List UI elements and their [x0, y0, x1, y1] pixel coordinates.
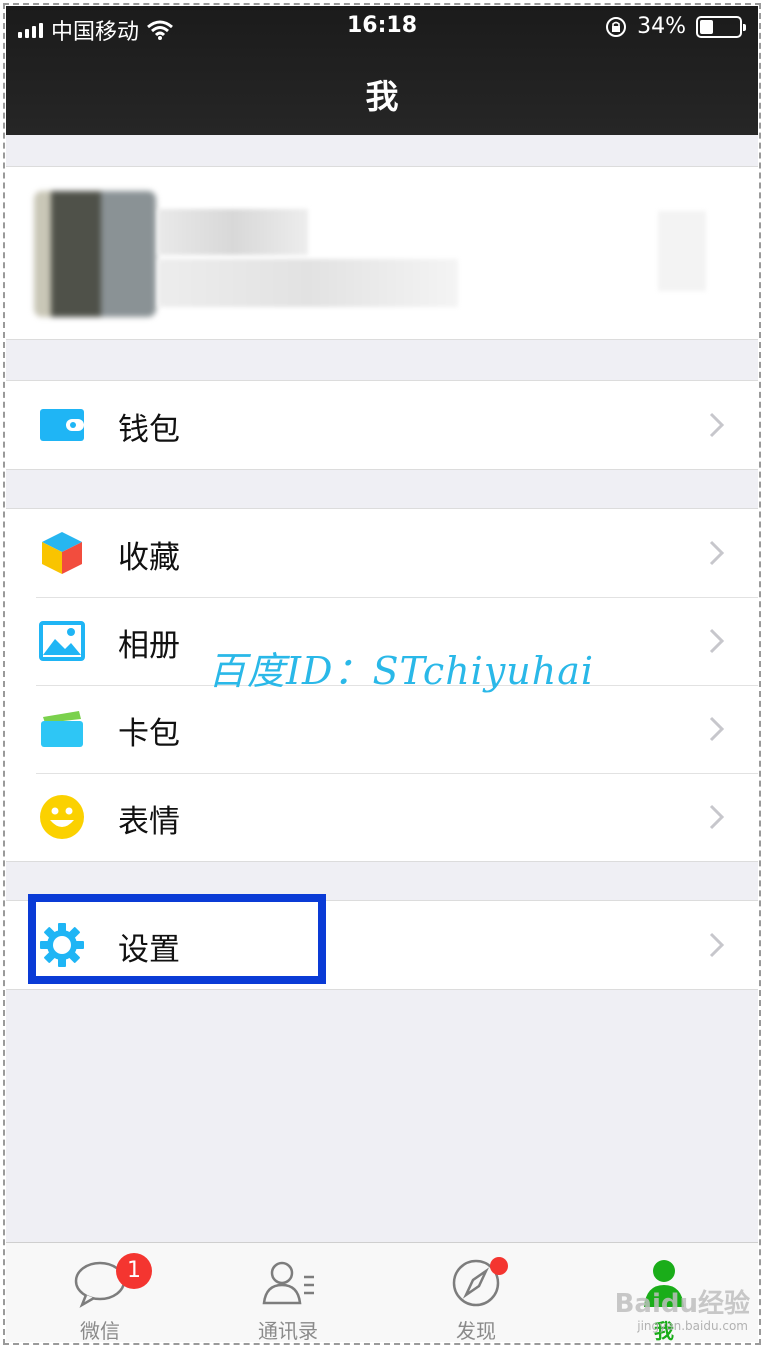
rotation-lock-icon	[606, 16, 627, 37]
menu-item-cards[interactable]: 卡包	[6, 685, 758, 773]
tab-bar: 1 微信 通讯录 发现 我 Baidu经验 jingyan.baidu.com	[6, 1242, 758, 1342]
blurred-wechat-id	[158, 259, 458, 307]
tab-discover[interactable]: 发现	[382, 1243, 570, 1342]
battery-percent: 34%	[637, 14, 686, 39]
tab-label-contacts: 通讯录	[258, 1319, 318, 1342]
unread-badge: 1	[116, 1253, 152, 1289]
menu-label-favorites: 收藏	[118, 540, 180, 576]
menu-label-stickers: 表情	[118, 804, 180, 840]
wallet-group: 钱包	[6, 380, 758, 470]
status-bar: 中国移动 16:18 34%	[6, 6, 758, 48]
tab-me[interactable]: 我 Baidu经验 jingyan.baidu.com	[570, 1243, 758, 1342]
blurred-nickname	[158, 209, 308, 255]
menu-item-stickers[interactable]: 表情	[6, 773, 758, 861]
chevron-right-icon	[709, 932, 725, 958]
page-title: 我	[365, 77, 399, 116]
photo-icon	[38, 617, 86, 665]
chevron-right-icon	[709, 804, 725, 830]
chevron-right-icon	[709, 540, 725, 566]
tab-label-discover: 发现	[456, 1319, 496, 1342]
phone-screen: 中国移动 16:18 34% 我 钱包 收藏 相册 卡包 表情 设置 百度ID：…	[3, 3, 761, 1345]
menu-label-album: 相册	[118, 628, 180, 664]
baidu-watermark-url: jingyan.baidu.com	[637, 1319, 748, 1333]
top-bar: 中国移动 16:18 34% 我	[6, 6, 758, 135]
contacts-icon	[262, 1261, 314, 1305]
tab-chats[interactable]: 1 微信	[6, 1243, 194, 1342]
battery-icon	[696, 15, 746, 38]
smiley-icon	[38, 793, 86, 841]
watermark-text: 百度ID：STchiyuhai	[208, 649, 595, 693]
avatar	[34, 191, 156, 317]
chevron-right-icon	[709, 412, 725, 438]
wallet-icon	[38, 401, 86, 449]
chevron-right-icon	[709, 716, 725, 742]
menu-label-wallet: 钱包	[118, 412, 180, 448]
menu-item-wallet[interactable]: 钱包	[6, 381, 758, 469]
cube-icon	[38, 529, 86, 577]
status-right: 34%	[605, 14, 746, 39]
card-wallet-icon	[38, 705, 86, 753]
profile-card[interactable]	[6, 166, 758, 340]
menu-item-favorites[interactable]: 收藏	[6, 509, 758, 597]
tab-contacts[interactable]: 通讯录	[194, 1243, 382, 1342]
settings-highlight-box	[28, 894, 326, 984]
baidu-watermark: Baidu经验	[614, 1289, 750, 1319]
new-moments-dot	[490, 1257, 508, 1275]
chevron-right-icon	[709, 628, 725, 654]
blurred-qr-code-icon	[658, 211, 706, 291]
tab-label-chats: 微信	[80, 1319, 120, 1342]
menu-label-cards: 卡包	[118, 716, 180, 752]
